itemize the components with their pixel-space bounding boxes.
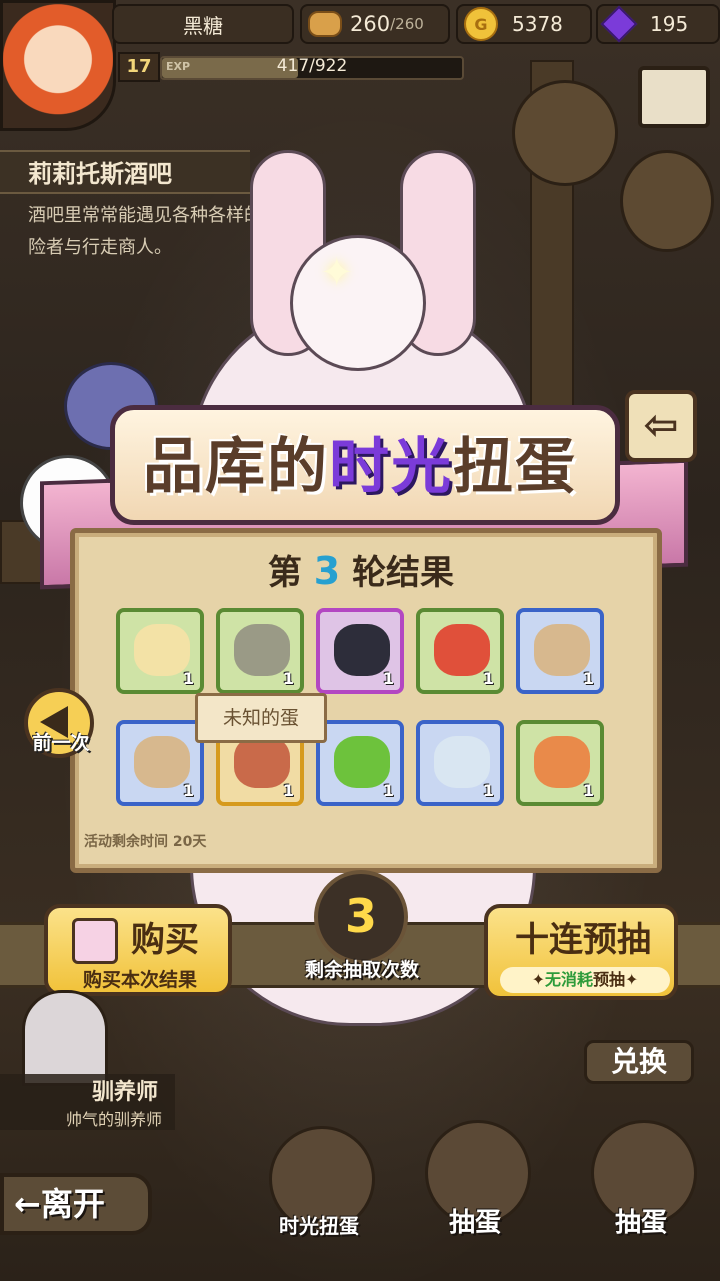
item-count: 1 — [482, 781, 494, 800]
red-crab-icon — [434, 624, 490, 676]
result-item-slot[interactable]: 1 — [316, 720, 404, 806]
exchange-button[interactable]: 兑换 — [584, 1040, 694, 1084]
result-item-slot[interactable]: 1 — [416, 720, 504, 806]
nav-draw-gem-label: 抽蛋 — [448, 1208, 501, 1238]
previous-button[interactable]: 前一次 — [24, 688, 94, 768]
result-item-slot[interactable]: 1 — [516, 720, 604, 806]
item-count: 1 — [282, 669, 294, 688]
purple-gem-icon — [600, 5, 638, 43]
buy-label: 购买 — [131, 920, 199, 960]
gold-display[interactable]: G 5378 — [456, 4, 592, 44]
nav-time-gacha-label: 时光扭蛋 — [279, 1214, 359, 1238]
remaining-label: 剩余抽取次数 — [304, 959, 419, 981]
fur-boots-icon — [534, 624, 590, 676]
orange-creature-icon — [534, 736, 590, 788]
result-item-slot[interactable]: 1 — [116, 720, 204, 806]
event-time-left: 活动剩余时间 20天 — [84, 834, 207, 850]
anubis-mask-icon — [334, 624, 390, 676]
gold-coin-icon: G — [464, 7, 498, 41]
silver-shell-icon — [434, 736, 490, 788]
player-avatar[interactable] — [0, 0, 116, 131]
leave-button[interactable]: ←离开 — [0, 1173, 152, 1235]
trainer-subtitle: 帅气的驯养师 — [66, 1110, 163, 1129]
stamina-display[interactable]: 260/260 — [300, 4, 450, 44]
gem-value: 195 — [650, 12, 689, 36]
round-suffix: 轮结果 — [352, 553, 455, 593]
result-item-slot[interactable]: 1 — [116, 608, 204, 694]
ten-draw-sub-green: 无消耗 — [544, 970, 593, 989]
bread-icon — [308, 11, 342, 37]
gem-display[interactable]: 195 — [596, 4, 720, 44]
ten-draw-sub-rest: 预抽 — [593, 970, 626, 989]
nav-draw-gold[interactable]: 抽蛋 — [586, 1120, 697, 1240]
banner-title-part2: 扭蛋 — [453, 432, 577, 502]
result-item-slot[interactable]: 1 — [216, 608, 304, 694]
result-item-slot[interactable]: 1 — [416, 608, 504, 694]
banner-title: 品库的时光扭蛋 — [110, 418, 610, 505]
buy-sublabel: 购买本次结果 — [82, 969, 197, 991]
trainer-portrait[interactable] — [22, 990, 108, 1086]
round-title: 第 3 轮结果 — [70, 545, 652, 594]
sparkle-icon: ✦ — [320, 250, 354, 296]
unknown-egg-item-icon — [234, 736, 290, 788]
round-number: 3 — [313, 549, 341, 593]
item-count: 1 — [382, 781, 394, 800]
ten-draw-sublabel: ✦无消耗预抽✦ — [500, 967, 670, 993]
item-count: 1 — [582, 669, 594, 688]
green-egg-icon — [334, 736, 390, 788]
stamina-max: /260 — [390, 15, 424, 33]
return-arrow-icon: ⇦ — [643, 400, 679, 449]
result-item-slot[interactable]: 1 — [516, 608, 604, 694]
item-tooltip: 未知的蛋 — [195, 693, 327, 743]
fur-boots-icon — [134, 736, 190, 788]
banner-title-part1: 品库的 — [143, 432, 329, 502]
result-item-slot[interactable]: 1 — [316, 608, 404, 694]
return-button[interactable]: ⇦ — [625, 390, 697, 462]
item-count: 1 — [482, 669, 494, 688]
location-title: 莉莉托斯酒吧 — [0, 150, 250, 194]
sparkle-left-icon: ✦ — [531, 970, 545, 989]
gold-value: 5378 — [512, 12, 563, 36]
bunny-head — [290, 235, 426, 371]
remaining-count: 3 — [314, 870, 408, 964]
previous-label: 前一次 — [32, 732, 90, 754]
bread-bun-icon — [134, 624, 190, 676]
item-count: 1 — [182, 781, 194, 800]
nav-time-gacha[interactable]: 时光扭蛋 — [264, 1126, 375, 1246]
exp-bar: EXP 417/922 — [160, 56, 464, 80]
mail-icon[interactable] — [638, 66, 710, 128]
round-prefix: 第 — [267, 553, 302, 593]
nav-draw-gem[interactable]: 抽蛋 — [420, 1120, 531, 1240]
item-count: 1 — [582, 781, 594, 800]
dried-leaf-icon — [234, 624, 290, 676]
nav-draw-gold-label: 抽蛋 — [614, 1208, 667, 1238]
ten-draw-label: 十连预抽 — [515, 920, 651, 960]
item-count: 1 — [182, 669, 194, 688]
player-name-plate: 黑糖 — [112, 4, 294, 44]
player-name: 黑糖 — [183, 13, 223, 38]
stamina-value: 260 — [350, 12, 391, 36]
backpack-icon[interactable] — [620, 150, 714, 252]
sparkle-right-icon: ✦ — [625, 970, 639, 989]
quest-scroll-icon[interactable] — [512, 80, 618, 186]
trainer-name: 驯养师 — [92, 1080, 159, 1105]
player-level: 17 — [118, 52, 160, 82]
exp-text: 417/922 — [276, 56, 348, 76]
banner-title-highlight: 时光 — [329, 432, 453, 502]
item-count: 1 — [382, 669, 394, 688]
item-count: 1 — [282, 781, 294, 800]
